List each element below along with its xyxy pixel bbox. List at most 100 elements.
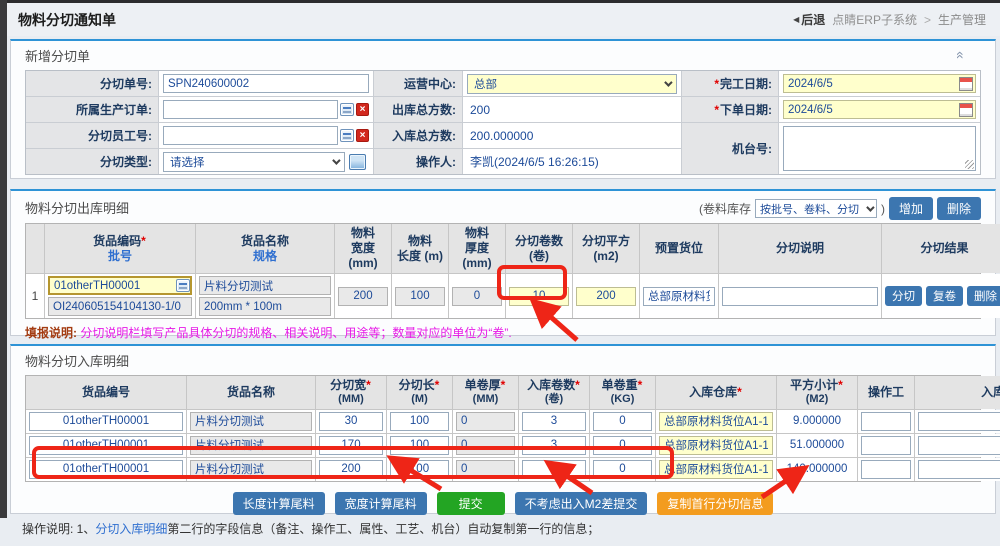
item-code-cell bbox=[45, 274, 195, 318]
cut-length-input[interactable] bbox=[390, 436, 449, 455]
in-item-name-input[interactable] bbox=[190, 460, 312, 479]
in-item-name-input[interactable] bbox=[190, 436, 312, 455]
item-spec-input[interactable] bbox=[199, 297, 331, 316]
delete-button[interactable]: 删除 bbox=[967, 286, 1000, 306]
label-out-total: 出库总方数: bbox=[374, 97, 462, 122]
col-roll-weight: 单卷重*(KG) bbox=[590, 376, 655, 409]
out-detail-table: 货品编码*批号 货品名称规格 物料 宽度 (mm) 物料 长度 (m) 物料 厚… bbox=[25, 223, 981, 319]
copy-first-row-button[interactable]: 复制首行分切信息 bbox=[657, 492, 773, 515]
clear-icon[interactable]: × bbox=[356, 103, 369, 116]
lookup-icon[interactable] bbox=[176, 279, 190, 292]
item-name-input[interactable] bbox=[199, 276, 331, 295]
breadcrumb-system[interactable]: 点睛ERP子系统 bbox=[832, 11, 917, 28]
col-roll-thickness: 单卷厚*(MM) bbox=[453, 376, 518, 409]
panel-new-title: 新增分切单 bbox=[25, 47, 981, 67]
resize-handle[interactable] bbox=[965, 160, 974, 169]
order-date-input[interactable] bbox=[783, 100, 976, 119]
material-length-input[interactable] bbox=[395, 287, 445, 306]
in-item-name-input[interactable] bbox=[190, 412, 312, 431]
cut-width-input[interactable] bbox=[319, 412, 383, 431]
cut-width-input[interactable] bbox=[319, 436, 383, 455]
add-row-button[interactable]: 增加 bbox=[889, 197, 933, 220]
worker-input[interactable] bbox=[861, 436, 911, 455]
roll-weight-input[interactable] bbox=[593, 436, 652, 455]
warehouse-input[interactable] bbox=[659, 436, 773, 455]
preset-location-input[interactable] bbox=[643, 287, 715, 306]
label-operation-center: 运营中心: bbox=[374, 71, 462, 96]
sqm-subtotal-value: 9.000000 bbox=[793, 415, 841, 427]
prod-order-input[interactable] bbox=[163, 100, 338, 119]
cut-length-input[interactable] bbox=[390, 412, 449, 431]
batch-no-input[interactable] bbox=[48, 297, 192, 316]
clear-icon[interactable]: × bbox=[356, 129, 369, 142]
page-title: 物料分切通知单 bbox=[18, 10, 116, 30]
cut-description-input[interactable] bbox=[722, 287, 878, 306]
in-item-code-input[interactable] bbox=[29, 412, 183, 431]
operation-center-select[interactable]: 总部 bbox=[467, 74, 677, 94]
calendar-icon[interactable] bbox=[959, 77, 973, 91]
roll-thickness-input[interactable] bbox=[456, 412, 515, 431]
in-rolls-input[interactable] bbox=[522, 460, 586, 479]
col-worker: 操作工 bbox=[858, 376, 914, 409]
material-thickness-input[interactable] bbox=[452, 287, 502, 306]
lookup-icon[interactable] bbox=[340, 103, 354, 116]
in-item-code-input[interactable] bbox=[29, 436, 183, 455]
calc-tail-by-length-button[interactable]: 长度计算尾料 bbox=[233, 492, 325, 515]
collapse-panel-icon[interactable]: « bbox=[955, 51, 967, 59]
delete-row-button[interactable]: 删除 bbox=[937, 197, 981, 220]
in-remark-input[interactable] bbox=[918, 460, 1000, 479]
calc-tail-by-width-button[interactable]: 宽度计算尾料 bbox=[335, 492, 427, 515]
breadcrumb: ◀后退 点睛ERP子系统 > 生产管理 bbox=[793, 11, 986, 28]
chevron-down-icon bbox=[866, 203, 874, 211]
in-remark-input[interactable] bbox=[918, 436, 1000, 455]
in-remark-input[interactable] bbox=[918, 412, 1000, 431]
cut-width-input[interactable] bbox=[319, 460, 383, 479]
col-preset-location: 预置货位 bbox=[640, 224, 718, 273]
warehouse-input[interactable] bbox=[659, 412, 773, 431]
operation-note-label: 操作说明: 1、 bbox=[22, 522, 95, 536]
col-item-name: 货品名称 bbox=[187, 376, 315, 409]
in-rolls-input[interactable] bbox=[522, 412, 586, 431]
col-in-rolls: 入库卷数*(卷) bbox=[519, 376, 589, 409]
spec-header-link[interactable]: 规格 bbox=[253, 249, 277, 264]
item-code-input[interactable] bbox=[48, 276, 192, 295]
worker-input[interactable] bbox=[861, 412, 911, 431]
cut-sqm-input[interactable] bbox=[576, 287, 636, 306]
roll-weight-input[interactable] bbox=[593, 412, 652, 431]
submit-ignore-m2-button[interactable]: 不考虑出入M2差提交 bbox=[515, 492, 648, 515]
worker-input[interactable] bbox=[861, 460, 911, 479]
batch-header-link[interactable]: 批号 bbox=[108, 249, 132, 264]
col-in-remark: 入库备注* bbox=[915, 376, 1000, 409]
cutter-id-input[interactable] bbox=[163, 126, 338, 145]
cut-type-select[interactable]: 请选择 bbox=[163, 152, 345, 172]
submit-button[interactable]: 提交 bbox=[437, 492, 505, 515]
col-material-width: 物料 宽度 (mm) bbox=[335, 224, 391, 273]
col-sqm-subtotal: 平方小计*(M2) bbox=[777, 376, 857, 409]
chevron-down-icon bbox=[664, 78, 672, 86]
cut-button[interactable]: 分切 bbox=[885, 286, 922, 306]
back-button[interactable]: ◀后退 bbox=[793, 11, 825, 28]
operation-note-link[interactable]: 分切入库明细 bbox=[95, 522, 167, 536]
machine-no-field[interactable] bbox=[783, 126, 976, 171]
calendar-icon[interactable] bbox=[959, 103, 973, 117]
material-width-input[interactable] bbox=[338, 287, 388, 306]
cut-rolls-input[interactable] bbox=[509, 287, 569, 306]
cut-order-no-input[interactable] bbox=[163, 74, 369, 93]
in-detail-table: 货品编号 货品名称 分切宽*(MM) 分切长*(M) 单卷厚*(MM) 入库卷数… bbox=[25, 375, 981, 482]
operator-value: 李凯(2024/6/5 16:26:15) bbox=[463, 149, 681, 174]
roll-weight-input[interactable] bbox=[593, 460, 652, 479]
rewind-button[interactable]: 复卷 bbox=[926, 286, 963, 306]
stock-mode-select[interactable]: 按批号、卷料、分切 bbox=[755, 199, 877, 218]
cut-type-picker-icon[interactable] bbox=[349, 154, 366, 170]
in-item-code-input[interactable] bbox=[29, 460, 183, 479]
lookup-icon[interactable] bbox=[340, 129, 354, 142]
roll-thickness-input[interactable] bbox=[456, 436, 515, 455]
roll-thickness-input[interactable] bbox=[456, 460, 515, 479]
finish-date-input[interactable] bbox=[783, 74, 976, 93]
cut-length-input[interactable] bbox=[390, 460, 449, 479]
warehouse-input[interactable] bbox=[659, 460, 773, 479]
panel-in-detail: 物料分切入库明细 货品编号 货品名称 分切宽*(MM) 分切长*(M) 单卷厚*… bbox=[10, 344, 996, 514]
in-rolls-input[interactable] bbox=[522, 436, 586, 455]
label-cutter-id: 分切员工号: bbox=[26, 123, 158, 148]
label-finish-date: *完工日期: bbox=[682, 71, 778, 96]
